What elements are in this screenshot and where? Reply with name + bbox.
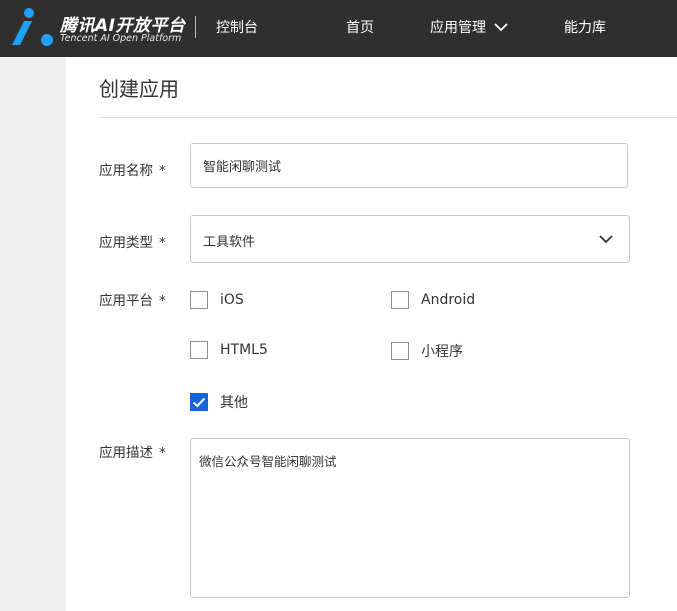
platform-option-label: iOS — [220, 292, 244, 308]
app-platform-label: 应用平台 * — [99, 289, 166, 309]
main-panel: 创建应用 应用名称* 应用类型* 工具软件 应用平台* iOS Android … — [66, 57, 677, 611]
app-type-selected-value: 工具软件 — [203, 235, 256, 250]
app-name-input[interactable] — [190, 143, 628, 188]
app-type-label-text: 应用类型 — [99, 235, 153, 251]
nav-app-management-label: 应用管理 — [430, 20, 486, 36]
left-gutter — [0, 57, 66, 611]
page-title: 创建应用 — [99, 77, 179, 101]
app-name-label: 应用名称 * — [99, 159, 166, 179]
platform-option-label: 小程序 — [421, 344, 463, 360]
console-link[interactable]: 控制台 — [216, 17, 258, 37]
chevron-down-icon — [494, 22, 508, 31]
app-platform-label-text: 应用平台 — [99, 293, 153, 309]
app-type-label: 应用类型 * — [99, 231, 166, 251]
required-mark: * — [159, 445, 166, 461]
platform-option-label: 其他 — [220, 395, 248, 411]
app-description-label: 应用描述 * — [99, 441, 166, 461]
platform-option-label: HTML5 — [220, 342, 268, 358]
app-type-select[interactable]: 工具软件 — [190, 215, 630, 263]
tencent-ai-logo-icon[interactable] — [10, 7, 56, 49]
required-mark: * — [159, 293, 166, 309]
checkbox-checked[interactable] — [190, 393, 208, 411]
required-mark: * — [159, 163, 166, 179]
nav-home[interactable]: 首页 — [346, 17, 374, 37]
app-description-label-text: 应用描述 — [99, 445, 153, 461]
checkbox[interactable] — [190, 341, 208, 359]
app-name-label-text: 应用名称 — [99, 163, 153, 179]
checkbox[interactable] — [190, 291, 208, 309]
checkmark-icon — [192, 397, 206, 407]
header-divider — [195, 16, 196, 38]
checkbox[interactable] — [391, 342, 409, 360]
platform-checkbox-android[interactable]: Android — [391, 291, 475, 309]
top-navbar: 腾讯AI开放平台 Tencent AI Open Platform 控制台 首页… — [0, 0, 677, 57]
required-mark: * — [159, 235, 166, 251]
title-divider — [99, 117, 677, 118]
platform-checkbox-mini-program[interactable]: 小程序 — [391, 341, 463, 361]
platform-checkbox-ios[interactable]: iOS — [190, 291, 244, 309]
app-description-textarea[interactable]: 微信公众号智能闲聊测试 — [190, 438, 630, 598]
nav-app-management[interactable]: 应用管理 — [430, 17, 508, 37]
platform-checkbox-other[interactable]: 其他 — [190, 392, 248, 412]
nav-capability-library[interactable]: 能力库 — [564, 17, 606, 37]
checkbox[interactable] — [391, 291, 409, 309]
platform-option-label: Android — [421, 292, 476, 308]
chevron-down-icon — [599, 235, 613, 244]
logo-subtitle: Tencent AI Open Platform — [60, 33, 182, 44]
platform-checkbox-html5[interactable]: HTML5 — [190, 341, 268, 359]
